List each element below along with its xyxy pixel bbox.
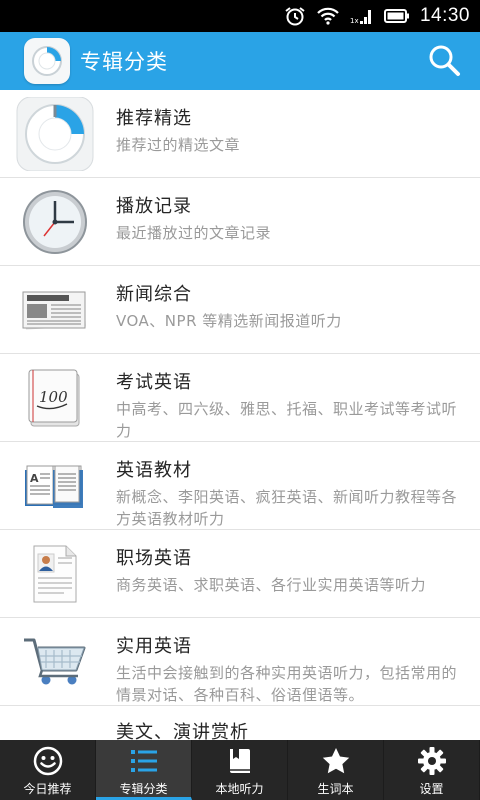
alarm-icon <box>284 6 306 26</box>
tab-label: 本地听力 <box>215 782 264 796</box>
tab-local-listening[interactable]: 本地听力 <box>192 740 288 800</box>
tab-settings[interactable]: 设置 <box>384 740 480 800</box>
bottom-tab-bar: 今日推荐 专辑分类 本地听力 生词本 设置 <box>0 740 480 800</box>
smiley-icon <box>33 746 63 776</box>
wifi-icon <box>316 6 340 26</box>
status-bar: 1x 14:30 <box>0 0 480 32</box>
page-title: 专辑分类 <box>80 50 168 74</box>
list-item-desc: 中高考、四六级、雅思、托福、职业考试等考试听力 <box>116 400 458 440</box>
status-time: 14:30 <box>419 5 470 26</box>
svg-text:A: A <box>30 472 39 485</box>
list-item-title: 新闻综合 <box>116 284 192 305</box>
star-icon <box>321 746 351 776</box>
list-item-practical[interactable]: 实用英语 生活中会接触到的各种实用英语听力，包括常用的情景对话、各种百科、俗语俚… <box>0 618 480 706</box>
list-item-desc: 商务英语、求职英语、各行业实用英语等听力 <box>116 576 427 594</box>
list-item-title: 考试英语 <box>116 372 192 393</box>
list-item-recommended[interactable]: 推荐精选 推荐过的精选文章 <box>0 90 480 178</box>
app-bar: 专辑分类 <box>0 32 480 90</box>
list-item-desc: 新概念、李阳英语、疯狂英语、新闻听力教程等各方英语教材听力 <box>116 488 458 528</box>
svg-text:100: 100 <box>39 388 68 406</box>
dial-icon <box>14 97 96 171</box>
book-icon <box>225 746 255 776</box>
search-button[interactable] <box>424 42 464 82</box>
tab-vocabulary[interactable]: 生词本 <box>288 740 384 800</box>
shopping-cart-icon <box>14 625 96 699</box>
list-item-title: 美文、演讲赏析 <box>116 722 249 740</box>
tab-label: 专辑分类 <box>119 782 168 796</box>
list-item-desc: VOA、NPR 等精选新闻报道听力 <box>116 312 342 330</box>
tab-categories[interactable]: 专辑分类 <box>96 740 192 800</box>
category-list[interactable]: 推荐精选 推荐过的精选文章 播放记录 最近播放过的文章记录 新闻综合 VOA、N… <box>0 90 480 740</box>
resume-icon <box>14 537 96 611</box>
list-item-exam[interactable]: 100 考试英语 中高考、四六级、雅思、托福、职业考试等考试听力 <box>0 354 480 442</box>
list-item-textbook[interactable]: A 英语教材 新概念、李阳英语、疯狂英语、新闻听力教程等各方英语教材听力 <box>0 442 480 530</box>
tab-today[interactable]: 今日推荐 <box>0 740 96 800</box>
newspaper-icon <box>14 273 96 347</box>
list-item-history[interactable]: 播放记录 最近播放过的文章记录 <box>0 178 480 266</box>
clock-icon <box>14 185 96 259</box>
open-book-icon: A <box>14 449 96 523</box>
exam-paper-icon: 100 <box>14 361 96 435</box>
search-icon <box>426 42 462 82</box>
list-item-desc: 推荐过的精选文章 <box>116 136 241 154</box>
tab-label: 今日推荐 <box>23 782 72 796</box>
list-item-news[interactable]: 新闻综合 VOA、NPR 等精选新闻报道听力 <box>0 266 480 354</box>
list-item-title: 英语教材 <box>116 460 192 481</box>
list-item-desc: 生活中会接触到的各种实用英语听力，包括常用的情景对话、各种百科、俗语俚语等。 <box>116 664 458 704</box>
list-item-title: 推荐精选 <box>116 108 192 129</box>
list-item-essays[interactable]: 美文、演讲赏析 <box>0 706 480 740</box>
app-logo-icon <box>24 38 70 84</box>
list-item-workplace[interactable]: 职场英语 商务英语、求职英语、各行业实用英语等听力 <box>0 530 480 618</box>
svg-text:1x: 1x <box>350 17 359 25</box>
list-item-title: 播放记录 <box>116 196 192 217</box>
tab-label: 设置 <box>419 782 444 796</box>
list-item-title: 职场英语 <box>116 548 192 569</box>
gear-icon <box>417 746 447 776</box>
list-icon <box>129 746 159 776</box>
tab-label: 生词本 <box>317 782 354 796</box>
signal-icon: 1x <box>350 6 374 26</box>
battery-icon <box>383 6 410 26</box>
list-item-title: 实用英语 <box>116 636 192 657</box>
list-item-desc: 最近播放过的文章记录 <box>116 224 272 242</box>
